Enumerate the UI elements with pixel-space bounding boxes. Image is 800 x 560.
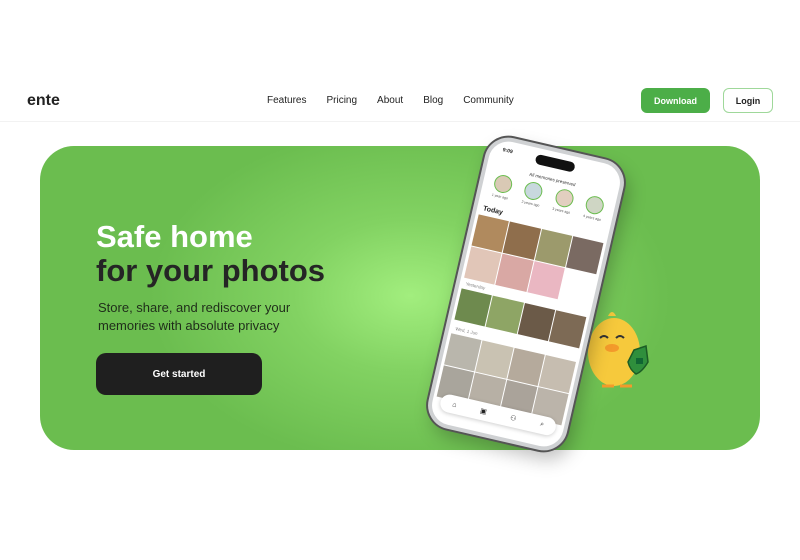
login-button[interactable]: Login (723, 88, 773, 113)
home-icon[interactable]: ⌂ (452, 401, 458, 409)
phone-time: 9:09 (502, 147, 514, 156)
memory-label: 4 years ago (582, 213, 602, 222)
photo-grid-today (464, 214, 604, 307)
top-nav: ente Features Pricing About Blog Communi… (0, 80, 800, 122)
nav-about[interactable]: About (377, 95, 403, 106)
hero-subtitle: Store, share, and rediscover your memori… (98, 300, 291, 333)
people-icon[interactable]: ⚇ (509, 414, 517, 423)
search-icon[interactable]: ⌕ (539, 421, 544, 430)
dynamic-island (534, 153, 576, 173)
nav-blog[interactable]: Blog (423, 95, 443, 106)
hero-card: Safe home for your photos Store, share, … (40, 146, 760, 450)
memory-label: 1 year ago (491, 192, 509, 201)
memory-item[interactable]: 1 year ago (491, 173, 514, 200)
hero-title: Safe home for your photos (96, 220, 325, 288)
memory-item[interactable]: 4 years ago (583, 194, 606, 222)
hero-title-line2: for your photos (96, 253, 326, 288)
nav-pricing[interactable]: Pricing (326, 95, 357, 106)
get-started-button[interactable]: Get started (96, 353, 262, 395)
chick-mascot-icon (588, 312, 649, 388)
memory-label: 2 years ago (521, 199, 540, 208)
memory-item[interactable]: 3 years ago (552, 187, 575, 215)
download-button[interactable]: Download (641, 88, 710, 113)
nav-features[interactable]: Features (267, 95, 306, 106)
nav-links: Features Pricing About Blog Community (267, 95, 534, 106)
nav-community[interactable]: Community (463, 95, 514, 106)
memory-item[interactable]: 2 years ago (521, 180, 545, 208)
logo[interactable]: ente (27, 92, 60, 110)
gallery-icon[interactable]: ▣ (479, 407, 487, 416)
memory-label: 3 years ago (551, 206, 571, 215)
hero-title-line1: Safe home (96, 219, 253, 254)
